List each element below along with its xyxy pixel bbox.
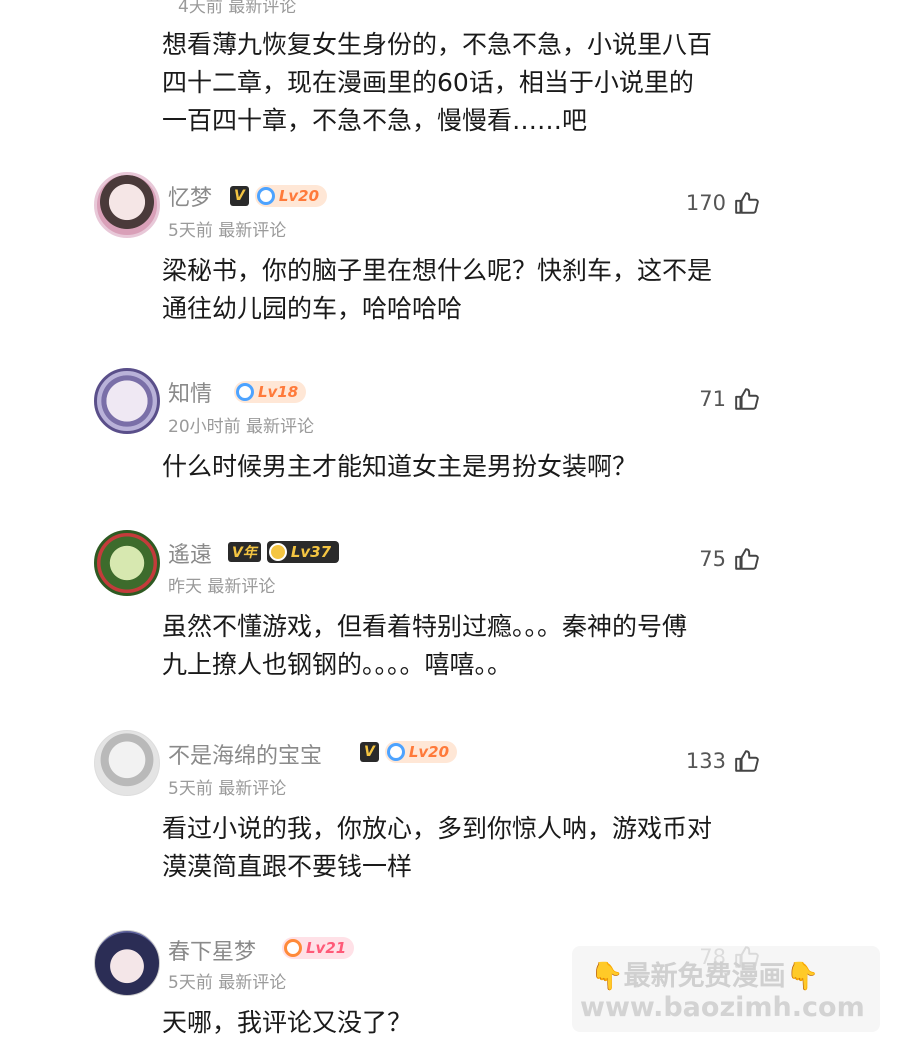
- like-button[interactable]: 170: [686, 190, 760, 216]
- level-badge: Lv37: [266, 541, 340, 563]
- username[interactable]: 忆梦: [168, 180, 212, 212]
- vip-badge: V: [360, 742, 379, 762]
- top-comment-meta: 4天前 最新评论: [178, 0, 297, 17]
- username[interactable]: 遙遠: [168, 537, 212, 569]
- comment-meta: 5天前 最新评论: [168, 221, 287, 241]
- watermark-url: www.baozimh.com: [580, 992, 865, 1023]
- comment-meta: 20小时前 最新评论: [168, 417, 315, 437]
- level-badge: Lv21: [282, 937, 355, 959]
- username[interactable]: 不是海绵的宝宝: [168, 738, 322, 770]
- comment-text: 看过小说的我，你放心，多到你惊人呐，游戏币对 漠漠简直跟不要钱一样: [162, 814, 713, 881]
- like-count: 71: [699, 387, 726, 411]
- thumbs-up-icon: [735, 388, 759, 410]
- comment-meta: 5天前 最新评论: [168, 973, 287, 993]
- username[interactable]: 春下星梦: [168, 934, 256, 966]
- comment-meta: 昨天 最新评论: [168, 577, 276, 597]
- user-badges: Lv21: [282, 936, 355, 960]
- comment-text: 梁秘书，你的脑子里在想什么呢？快刹车，这不是 通往幼儿园的车，哈哈哈哈: [162, 256, 713, 323]
- level-icon: [284, 939, 302, 957]
- thumbs-up-icon: [735, 750, 759, 772]
- user-avatar[interactable]: [94, 172, 160, 238]
- thumbs-up-icon: [735, 192, 759, 214]
- level-badge: Lv20: [384, 741, 458, 763]
- like-button[interactable]: 133: [686, 748, 760, 774]
- comment-meta: 5天前 最新评论: [168, 779, 287, 799]
- watermark-overlay: 👇最新免费漫画👇 www.baozimh.com: [572, 946, 880, 1032]
- level-badge: Lv20: [254, 185, 328, 207]
- like-count: 75: [699, 547, 726, 571]
- user-badges: V Lv20: [360, 740, 458, 764]
- user-badges: V年 Lv37: [228, 540, 340, 564]
- comment-text: 什么时候男主才能知道女主是男扮女装啊？: [162, 452, 638, 481]
- like-button[interactable]: 71: [699, 386, 760, 412]
- vip-badge: V: [230, 186, 249, 206]
- level-icon: [386, 743, 405, 761]
- user-avatar[interactable]: [94, 368, 160, 434]
- comment-text: 虽然不懂游戏，但看着特别过瘾。。。秦神的号傅 九上撩人也钢钢的。。。。嘻嘻。。: [162, 612, 688, 679]
- user-avatar[interactable]: [94, 730, 160, 796]
- level-icon: [268, 543, 287, 561]
- vip-badge: V年: [228, 542, 261, 562]
- user-badges: Lv18: [234, 380, 307, 404]
- watermark-title: 👇最新免费漫画👇: [590, 961, 820, 992]
- thumbs-up-icon: [735, 548, 759, 570]
- like-count: 133: [685, 749, 726, 773]
- user-avatar[interactable]: [94, 530, 160, 596]
- level-icon: [256, 187, 275, 205]
- like-button[interactable]: 75: [699, 546, 760, 572]
- like-count: 170: [685, 191, 726, 215]
- username[interactable]: 知情: [168, 376, 212, 408]
- user-avatar[interactable]: [94, 930, 160, 996]
- top-comment-text: 想看薄九恢复女生身份的，不急不急，小说里八百 四十二章，现在漫画里的60话，相当…: [162, 30, 713, 135]
- level-badge: Lv18: [234, 381, 307, 403]
- user-badges: V Lv20: [230, 184, 328, 208]
- level-icon: [236, 383, 254, 401]
